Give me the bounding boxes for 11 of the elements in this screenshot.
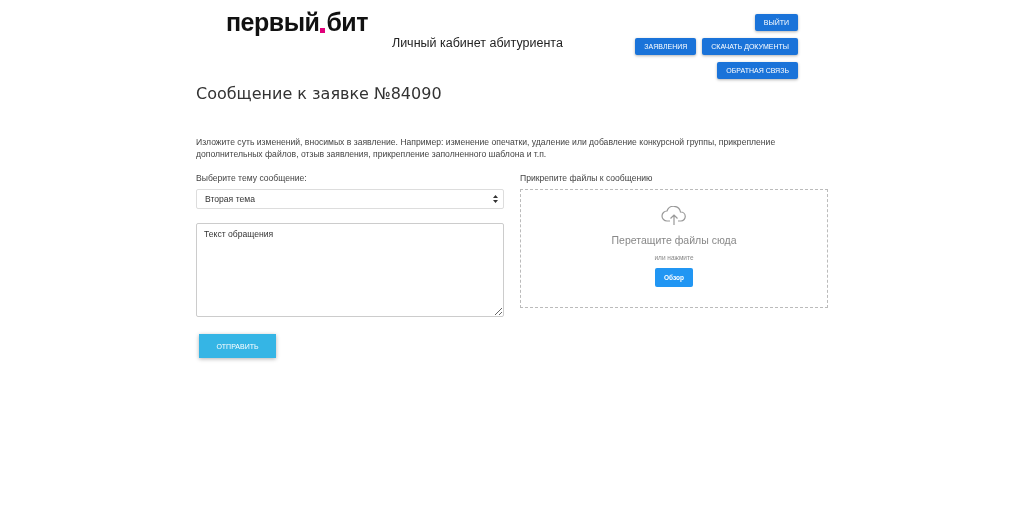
attachments-label: Прикрепите файлы к сообщению	[520, 173, 654, 183]
topic-label: Выберите тему сообщение:	[196, 173, 308, 183]
topic-select[interactable]: Вторая тема	[196, 189, 504, 209]
page-heading: Сообщение к заявке №84090	[196, 84, 443, 103]
cloud-upload-icon	[661, 206, 687, 226]
drop-text: Перетащите файлы сюда	[611, 234, 737, 246]
cabinet-title: Личный кабинет абитуриента	[391, 36, 563, 50]
message-field[interactable]: Текст обращения	[196, 223, 504, 317]
logo: первый бит	[226, 10, 368, 34]
instructions-text: Изложите суть изменений, вносимых в заявление. Например: изменение опечатки, удаление или добавление конкурсной группы, прикрепление дополнительных файлов, отзыв заявления, прикрепление заполненного шаблона и т.п.	[196, 136, 777, 160]
sort-caret-icon	[493, 195, 498, 203]
